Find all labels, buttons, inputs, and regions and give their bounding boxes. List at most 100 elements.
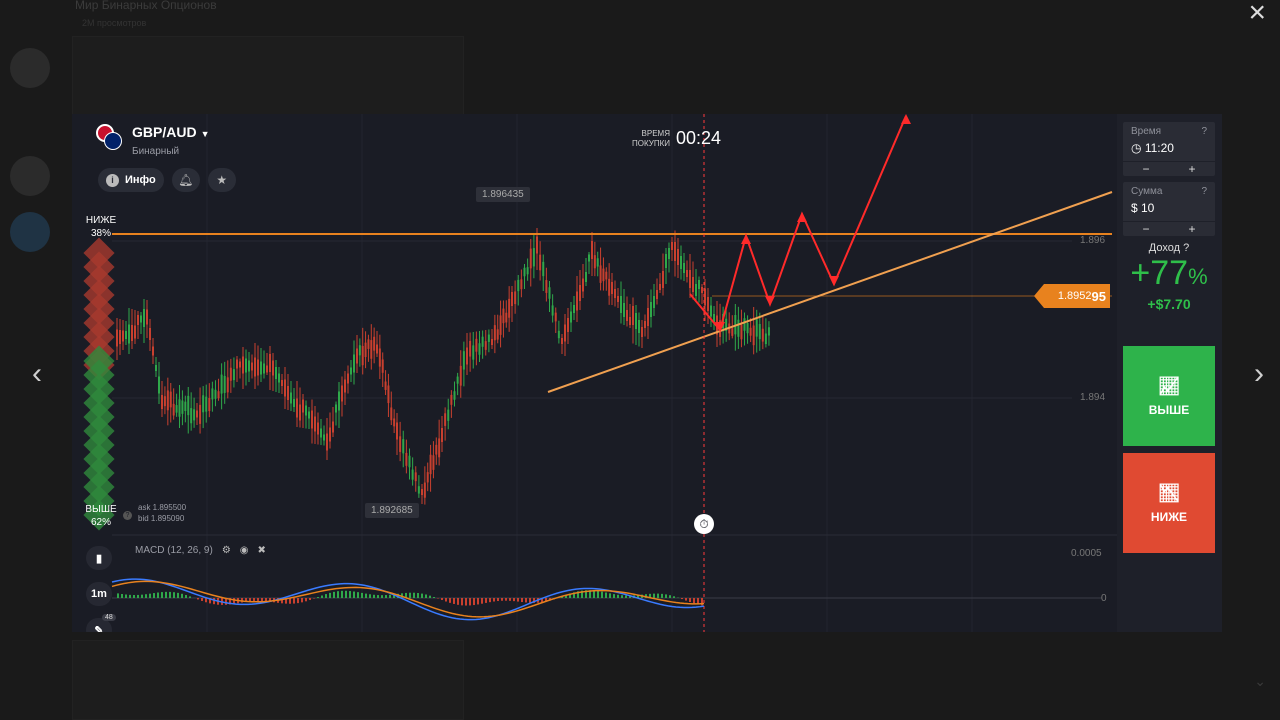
candle bbox=[758, 324, 761, 340]
macd-histogram-bar bbox=[201, 598, 203, 601]
candle bbox=[414, 472, 417, 482]
macd-histogram-bar bbox=[493, 598, 495, 602]
macd-histogram-bar bbox=[121, 593, 123, 598]
candle bbox=[361, 345, 364, 366]
macd-histogram-bar bbox=[417, 593, 419, 598]
favorite-button[interactable]: ★ bbox=[207, 168, 236, 192]
help-icon[interactable]: ? bbox=[123, 511, 132, 520]
candle bbox=[146, 309, 148, 325]
amount-field[interactable]: Сумма? $ 10 − + bbox=[1123, 182, 1215, 236]
candle bbox=[131, 325, 133, 341]
bell-icon: 🔔︎ bbox=[178, 173, 194, 187]
higher-button[interactable]: 📈︎ ВЫШЕ bbox=[1123, 346, 1215, 446]
amount-minus-button[interactable]: − bbox=[1123, 222, 1169, 236]
close-icon[interactable]: ✖ bbox=[258, 545, 266, 556]
candle bbox=[275, 367, 277, 379]
candle bbox=[193, 409, 196, 421]
time-minus-button[interactable]: − bbox=[1123, 162, 1169, 176]
macd-histogram-bar bbox=[661, 593, 663, 598]
candle bbox=[677, 249, 679, 265]
candle bbox=[408, 455, 411, 468]
current-price-prefix: 1.8952 bbox=[1057, 290, 1092, 302]
candle bbox=[453, 391, 456, 400]
candle bbox=[296, 398, 298, 418]
candle bbox=[217, 391, 220, 399]
gear-icon[interactable]: ⚙ bbox=[222, 545, 231, 556]
macd-histogram-bar bbox=[149, 593, 151, 598]
eye-icon[interactable]: ◉ bbox=[240, 545, 249, 556]
candle bbox=[378, 348, 381, 367]
candle bbox=[588, 254, 590, 262]
macd-signal-line bbox=[111, 580, 705, 618]
candle bbox=[245, 358, 247, 373]
annotation-arrowhead bbox=[901, 114, 911, 124]
candle bbox=[323, 434, 325, 441]
candle bbox=[641, 327, 643, 337]
candle bbox=[155, 365, 157, 371]
amount-value: $ 10 bbox=[1131, 201, 1155, 215]
candle bbox=[260, 361, 262, 375]
macd-histogram-bar bbox=[621, 595, 623, 598]
candle bbox=[478, 343, 481, 355]
candle bbox=[438, 438, 441, 458]
macd-histogram-bar bbox=[153, 593, 155, 598]
candle bbox=[317, 422, 319, 435]
candle bbox=[447, 409, 450, 421]
close-icon[interactable]: × bbox=[1248, 0, 1266, 28]
lower-button[interactable]: 📉︎ НИЖЕ bbox=[1123, 453, 1215, 553]
macd-histogram-bar bbox=[317, 597, 319, 598]
time-field[interactable]: Время? ◷ 11:20 − + bbox=[1123, 122, 1215, 176]
candle bbox=[668, 248, 670, 259]
timeframe-button[interactable]: 1m bbox=[86, 582, 112, 606]
candle bbox=[450, 394, 453, 405]
candle bbox=[683, 263, 685, 273]
candle bbox=[656, 290, 658, 299]
bid-value: bid 1.895090 bbox=[138, 514, 185, 523]
candle bbox=[743, 318, 746, 331]
previous-arrow-icon[interactable]: ‹ bbox=[32, 356, 42, 392]
candle bbox=[650, 302, 652, 317]
candle bbox=[653, 296, 655, 308]
macd-histogram-bar bbox=[177, 592, 179, 598]
candle bbox=[254, 357, 256, 377]
chart-type-button[interactable]: ▮ bbox=[86, 546, 112, 570]
macd-histogram-bar bbox=[145, 594, 147, 598]
asset-selector[interactable]: GBP/AUD ▼ Бинарный bbox=[96, 124, 209, 157]
macd-histogram-bar bbox=[325, 594, 327, 598]
macd-axis-label: 0 bbox=[1101, 593, 1107, 604]
macd-histogram-bar bbox=[133, 595, 135, 598]
macd-histogram-bar bbox=[617, 594, 619, 598]
macd-histogram-bar bbox=[117, 593, 119, 598]
help-icon[interactable]: ? bbox=[1183, 242, 1189, 254]
candle bbox=[456, 376, 459, 384]
candle bbox=[178, 399, 181, 417]
macd-histogram-bar bbox=[605, 592, 607, 598]
candle bbox=[554, 312, 557, 322]
help-icon[interactable]: ? bbox=[1201, 126, 1207, 137]
candle bbox=[320, 428, 322, 438]
next-arrow-icon[interactable]: › bbox=[1254, 356, 1264, 392]
macd-histogram-bar bbox=[429, 595, 431, 598]
macd-histogram-bar bbox=[349, 591, 351, 598]
macd-histogram-bar bbox=[301, 598, 303, 603]
candle bbox=[511, 292, 513, 306]
income-label: Доход bbox=[1148, 242, 1181, 254]
macd-histogram-bar bbox=[601, 591, 603, 598]
macd-histogram-bar bbox=[513, 598, 515, 602]
candle bbox=[208, 398, 211, 412]
candle bbox=[596, 258, 599, 267]
amount-plus-button[interactable]: + bbox=[1169, 222, 1215, 236]
info-button[interactable]: i Инфо bbox=[98, 168, 164, 192]
help-icon[interactable]: ? bbox=[1201, 186, 1207, 197]
candle bbox=[308, 411, 310, 419]
candle bbox=[542, 261, 545, 277]
candle bbox=[335, 404, 337, 413]
candle bbox=[635, 313, 637, 329]
candle bbox=[364, 342, 367, 358]
chart-toolbar: i Инфо 🔔︎ ★ bbox=[98, 168, 236, 192]
macd-histogram-bar bbox=[521, 598, 523, 603]
candle bbox=[353, 354, 355, 373]
alert-button[interactable]: 🔔︎ bbox=[171, 168, 200, 192]
time-plus-button[interactable]: + bbox=[1169, 162, 1215, 176]
candle bbox=[128, 324, 130, 344]
